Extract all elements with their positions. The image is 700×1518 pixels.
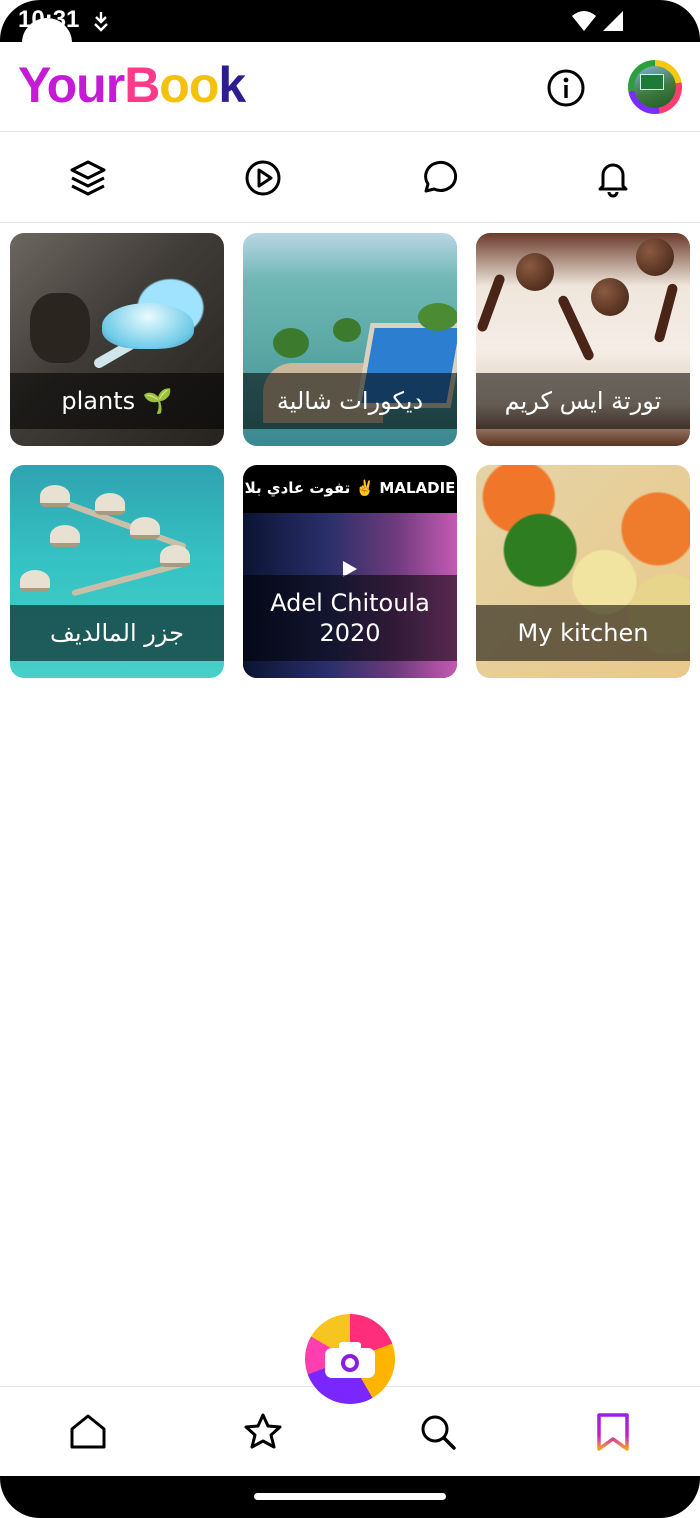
home-icon (70, 1414, 105, 1448)
bell-icon (598, 163, 627, 197)
album-title-overlay: Adel Chitoula 2020 (243, 575, 457, 661)
album-title: ديكورات شالية (276, 387, 424, 415)
nav-favorites[interactable] (175, 1387, 350, 1476)
layers-icon (70, 160, 105, 195)
nav-saved[interactable] (525, 1387, 700, 1476)
album-card-kitchen[interactable]: My kitchen (476, 465, 690, 678)
nav-home[interactable] (0, 1387, 175, 1476)
album-card-maldives[interactable]: جزر المالديف (10, 465, 224, 678)
album-title-line1: Adel Chitoula (270, 589, 430, 617)
play-circle-icon (245, 160, 280, 195)
search-icon (421, 1415, 456, 1450)
top-tabs (0, 133, 700, 223)
album-title: My kitchen (517, 619, 649, 647)
album-title-overlay: My kitchen (476, 605, 690, 661)
screen: 10:31 YourBook (0, 0, 700, 1518)
app-header: YourBook (0, 42, 700, 132)
video-caption: تفوت عادي بلا ✌️ MALADIE (244, 479, 456, 497)
tab-layers[interactable] (0, 133, 175, 222)
album-card-decor[interactable]: ديكورات شالية (243, 233, 457, 446)
album-title: جزر المالديف (50, 619, 184, 647)
album-card-video[interactable]: تفوت عادي بلا ✌️ MALADIE Adel Chitoula 2… (243, 465, 457, 678)
album-title-overlay: plants 🌱 (10, 373, 224, 429)
camera-icon (325, 1342, 375, 1378)
notification-icon (94, 12, 108, 32)
album-grid: plants 🌱 ديكورات شالية تورتة ايس كريم جز… (10, 233, 691, 678)
bookmark-icon (596, 1412, 629, 1451)
profile-avatar[interactable] (628, 60, 682, 114)
gesture-bar (0, 1476, 700, 1518)
album-title: plants 🌱 (61, 387, 173, 415)
app-logo: YourBook (18, 57, 246, 113)
album-title-overlay: تورتة ايس كريم (476, 373, 690, 429)
tab-notifications[interactable] (525, 133, 700, 222)
wifi-icon (572, 11, 596, 31)
tab-videos[interactable] (175, 133, 350, 222)
signal-icon (603, 11, 623, 31)
album-card-plants[interactable]: plants 🌱 (10, 233, 224, 446)
album-title: تورتة ايس كريم (504, 387, 662, 415)
album-title-overlay: ديكورات شالية (243, 373, 457, 429)
star-icon (244, 1413, 281, 1448)
album-title-line2: 2020 (319, 619, 381, 647)
camera-fab-button[interactable] (305, 1314, 395, 1404)
tab-messages[interactable] (350, 133, 525, 222)
info-icon[interactable] (544, 66, 588, 110)
home-indicator[interactable] (254, 1493, 446, 1500)
album-card-icecream-cake[interactable]: تورتة ايس كريم (476, 233, 690, 446)
chat-bubble-icon (423, 160, 457, 192)
nav-search[interactable] (350, 1387, 525, 1476)
status-bar: 10:31 (0, 0, 700, 68)
album-title-overlay: جزر المالديف (10, 605, 224, 661)
